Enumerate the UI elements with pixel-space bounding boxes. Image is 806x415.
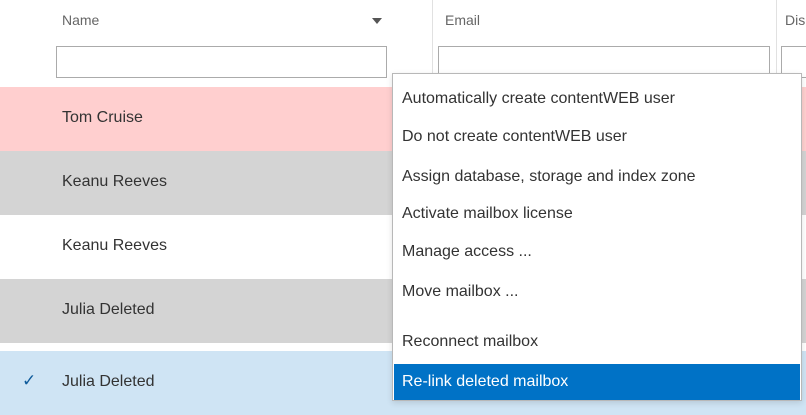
column-header-name[interactable]: Name (0, 0, 392, 44)
sort-down-icon[interactable] (372, 18, 382, 24)
column-header-email-label: Email (445, 12, 481, 28)
menu-item-manage-access[interactable]: Manage access ... (394, 234, 800, 270)
row-name: Julia Deleted (62, 373, 155, 390)
row-name: Keanu Reeves (62, 237, 167, 254)
context-menu: Automatically create contentWEB user Do … (392, 73, 802, 401)
row-name: Keanu Reeves (62, 173, 167, 190)
menu-item-do-not-create-user[interactable]: Do not create contentWEB user (394, 119, 800, 155)
menu-item-reconnect-mailbox[interactable]: Reconnect mailbox (394, 324, 800, 360)
menu-item-relink-deleted-mailbox[interactable]: Re-link deleted mailbox (394, 364, 800, 400)
menu-item-activate-license[interactable]: Activate mailbox license (394, 196, 800, 232)
name-filter-input[interactable] (56, 46, 387, 78)
column-header-third[interactable]: Dis (777, 0, 806, 44)
row-name: Tom Cruise (62, 109, 143, 126)
menu-item-auto-create-user[interactable]: Automatically create contentWEB user (394, 81, 800, 117)
column-header-third-label: Dis (785, 12, 806, 28)
menu-item-assign-database[interactable]: Assign database, storage and index zone (394, 159, 800, 195)
checkmark-icon[interactable]: ✓ (22, 371, 36, 391)
column-header-name-label: Name (62, 12, 100, 28)
column-header-email[interactable]: Email (433, 0, 773, 44)
menu-item-move-mailbox[interactable]: Move mailbox ... (394, 274, 800, 310)
row-name: Julia Deleted (62, 301, 155, 318)
